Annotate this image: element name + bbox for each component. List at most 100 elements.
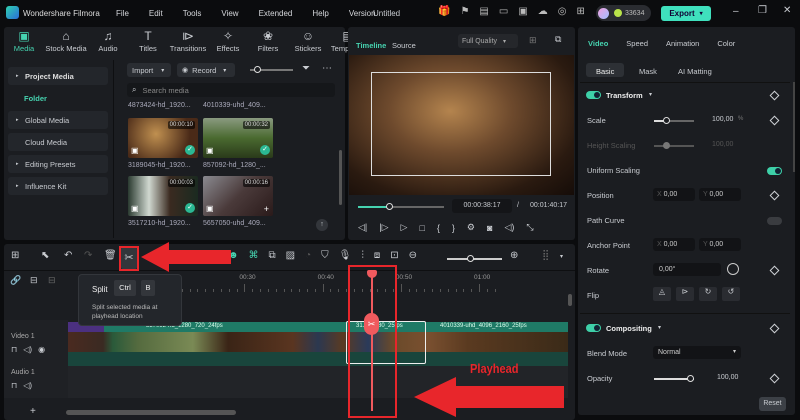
rotate-input[interactable]: 0,00° xyxy=(653,263,721,276)
scale-slider[interactable] xyxy=(654,117,694,124)
camera-icon[interactable]: ◙ xyxy=(487,223,492,233)
property-tab-animation[interactable]: Animation xyxy=(666,39,699,48)
tab-timeline[interactable]: Timeline xyxy=(356,41,386,50)
property-tab-color[interactable]: Color xyxy=(717,39,735,48)
select-tool-icon[interactable]: ⬉ xyxy=(41,250,49,261)
timeline-h-scrollbar[interactable] xyxy=(66,410,236,415)
tab-transitions[interactable]: ⧐ Transitions xyxy=(168,29,208,53)
rotate-right-icon[interactable]: ↻ xyxy=(699,287,717,301)
panel-grip-icon[interactable]: ⣿ xyxy=(542,250,549,261)
sidebar-item-editing-presets[interactable]: ▸ Editing Presets xyxy=(8,155,108,173)
quality-dropdown[interactable]: Full Quality ▾ xyxy=(458,34,518,48)
lock-icon[interactable]: ⊓ xyxy=(11,345,17,354)
gift-icon[interactable]: 🎁 xyxy=(438,6,450,17)
add-track-icon[interactable]: + xyxy=(30,406,36,417)
opacity-slider[interactable] xyxy=(654,375,694,382)
sidebar-item-cloud-media[interactable]: Cloud Media xyxy=(8,133,108,151)
flip-horizontal-icon[interactable]: ⊳ xyxy=(676,287,694,301)
rotate-dial[interactable] xyxy=(727,263,739,275)
position-x-input[interactable]: X 0,00 xyxy=(653,188,695,201)
shield-icon[interactable]: ⛉ xyxy=(321,250,329,261)
grid-icon[interactable]: ⊞ xyxy=(529,35,537,46)
media-thumbnail[interactable]: 00:00:32 ▣ ✓ xyxy=(203,118,273,158)
thumb-size-slider[interactable] xyxy=(250,66,293,73)
restore-icon[interactable]: ❐ xyxy=(758,5,767,16)
clip-thumbnails[interactable] xyxy=(68,332,568,352)
credits-badge[interactable]: 33634 xyxy=(596,5,651,21)
anchor-y-input[interactable]: Y 0,00 xyxy=(699,238,741,251)
chevron-down-icon[interactable]: ▾ xyxy=(658,324,661,331)
menu-file[interactable]: File xyxy=(116,9,129,18)
lock-icon[interactable]: ⊓ xyxy=(11,381,17,390)
redo-icon[interactable]: ↷ xyxy=(84,250,92,261)
reset-button[interactable]: Reset xyxy=(759,397,786,411)
fullscreen-icon[interactable]: ⤡ xyxy=(526,222,533,233)
rotate-left-icon[interactable]: ↺ xyxy=(722,287,740,301)
filter-icon[interactable]: ⏷ xyxy=(302,63,310,74)
scale-value[interactable]: 100,00 xyxy=(712,116,733,123)
volume-icon[interactable]: ◁) xyxy=(23,345,32,354)
chevron-down-icon[interactable]: ▾ xyxy=(560,253,563,260)
link-icon[interactable]: 🔗 xyxy=(10,275,21,286)
stop-icon[interactable]: □ xyxy=(419,223,424,233)
zoom-in-icon[interactable]: ⊕ xyxy=(510,250,518,261)
import-button[interactable]: Import ▾ xyxy=(127,63,171,77)
opacity-value[interactable]: 100,00 xyxy=(717,374,738,381)
menu-view[interactable]: View xyxy=(221,9,238,18)
cloud-icon[interactable]: ☁ xyxy=(538,6,548,17)
undo-icon[interactable]: ↶ xyxy=(64,250,72,261)
mark-out-icon[interactable]: } xyxy=(452,223,455,233)
scroll-top-button[interactable]: ↑ xyxy=(316,219,328,231)
more-icon[interactable]: ⋯ xyxy=(322,63,332,74)
tab-stickers[interactable]: ☺ Stickers xyxy=(288,29,328,53)
anchor-x-input[interactable]: X 0,00 xyxy=(653,238,695,251)
settings-icon[interactable]: ⚙ xyxy=(467,222,475,233)
position-y-input[interactable]: Y 0,00 xyxy=(699,188,741,201)
subtab-basic[interactable]: Basic xyxy=(596,67,614,76)
properties-scrollbar[interactable] xyxy=(793,82,795,172)
path-curve-toggle[interactable] xyxy=(767,217,782,225)
compositing-toggle[interactable] xyxy=(586,324,601,332)
volume-icon[interactable]: ◁) xyxy=(504,222,514,233)
ai-tool-icon[interactable]: ⌘ xyxy=(249,250,259,261)
add-icon[interactable]: + xyxy=(264,204,269,214)
blend-mode-dropdown[interactable]: Normal ▾ xyxy=(653,346,741,359)
minimize-icon[interactable]: – xyxy=(733,6,739,17)
export-button[interactable]: Export ▾ xyxy=(661,6,711,21)
support-icon[interactable]: ◎ xyxy=(558,6,567,17)
image-edit-icon[interactable]: ▨ xyxy=(286,250,295,261)
tab-source[interactable]: Source xyxy=(392,41,416,50)
timeline-zoom-slider[interactable] xyxy=(447,255,502,262)
sidebar-item-influence-kit[interactable]: ▸ Influence Kit xyxy=(8,177,108,195)
tab-filters[interactable]: ❀ Filters xyxy=(248,29,288,53)
track-icon[interactable]: ⊟ xyxy=(30,275,38,286)
subtab-mask[interactable]: Mask xyxy=(639,67,657,76)
delete-icon[interactable]: 🗑 xyxy=(104,250,117,261)
notes-icon[interactable]: ▤ xyxy=(479,6,488,17)
media-thumbnail[interactable]: 00:00:16 ▣ + xyxy=(203,176,273,216)
transform-toggle[interactable] xyxy=(586,91,601,99)
tab-audio[interactable]: ♫ Audio xyxy=(88,29,128,53)
menu-extended[interactable]: Extended xyxy=(259,9,293,18)
tab-stock-media[interactable]: ⌂ Stock Media xyxy=(44,29,88,53)
timeline-v-scrollbar[interactable] xyxy=(568,292,572,402)
tab-effects[interactable]: ✧ Effects xyxy=(208,29,248,53)
speed-icon[interactable]: ◔ xyxy=(305,250,311,261)
track-icon[interactable]: ⊟ xyxy=(48,275,56,286)
uniform-scaling-toggle[interactable] xyxy=(767,167,782,175)
play-icon[interactable]: ▷ xyxy=(401,222,408,233)
search-media-input[interactable]: ⌕ Search media xyxy=(127,83,335,97)
next-frame-icon[interactable]: |▷ xyxy=(379,222,388,233)
avatar[interactable] xyxy=(598,7,609,19)
record-button[interactable]: ◉ Record ▾ xyxy=(177,63,235,77)
eye-icon[interactable]: ◉ xyxy=(38,345,45,354)
tab-titles[interactable]: T Titles xyxy=(128,29,168,53)
export-clip-icon[interactable]: ⧉ xyxy=(269,250,276,261)
feedback-icon[interactable]: ⚑ xyxy=(460,6,469,17)
property-tab-video[interactable]: Video xyxy=(588,39,608,48)
sidebar-item-project-media[interactable]: ▸ Project Media xyxy=(8,67,108,85)
sidebar-item-global-media[interactable]: ▸ Global Media xyxy=(8,111,108,129)
snapshot-view-icon[interactable]: ⧉ xyxy=(555,34,561,45)
save-icon[interactable]: ▣ xyxy=(518,6,527,17)
mixer-icon[interactable]: ⫶ xyxy=(361,250,364,261)
